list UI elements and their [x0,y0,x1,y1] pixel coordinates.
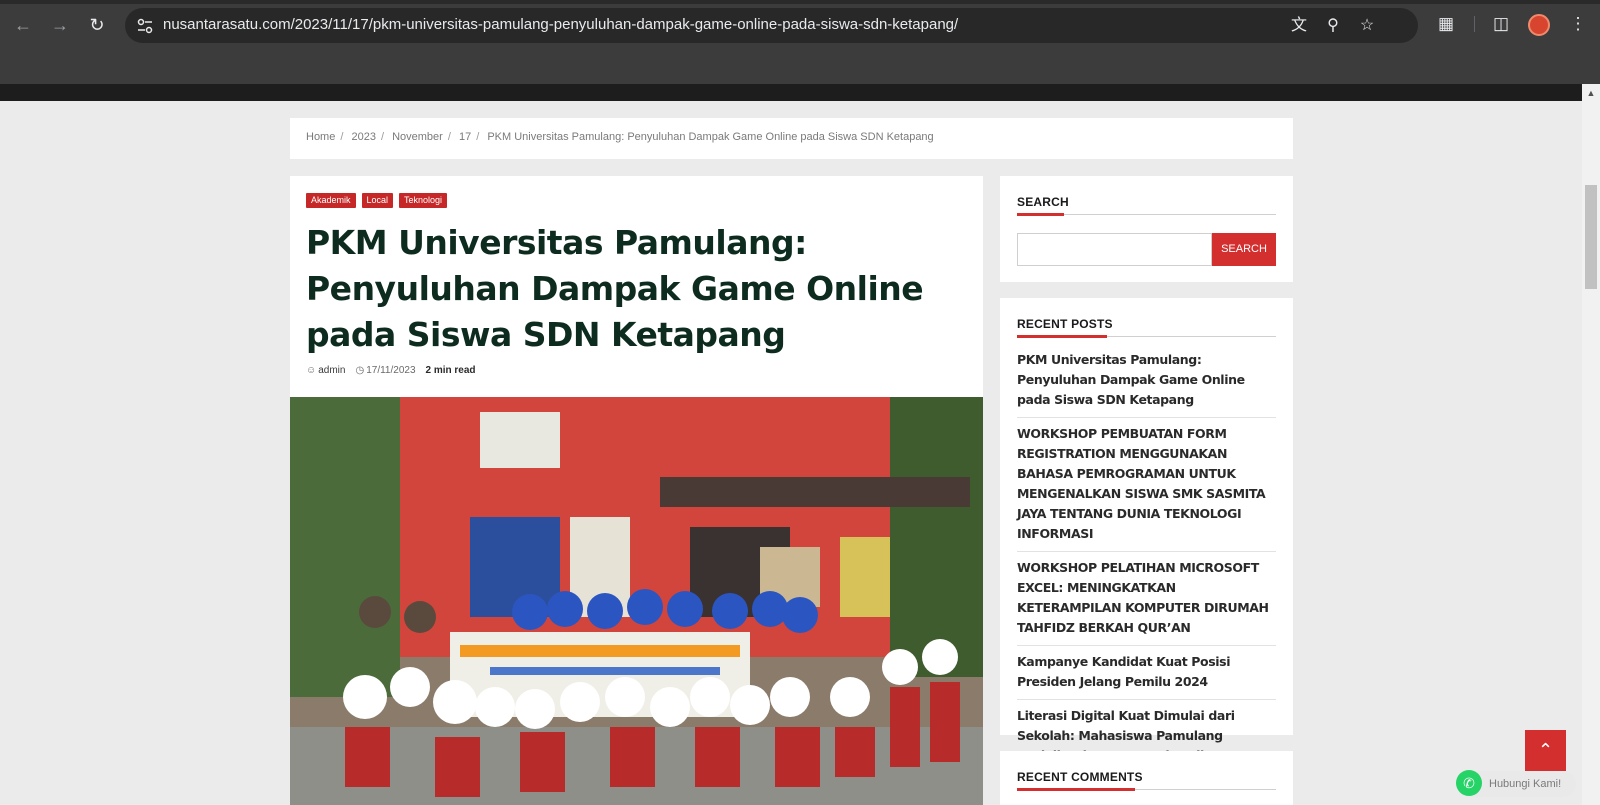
side-panel-icon[interactable]: ◫ [1489,12,1513,36]
site-settings-icon[interactable] [135,16,155,36]
breadcrumb-separator: / [476,131,480,143]
breadcrumb-current: PKM Universitas Pamulang: Penyuluhan Dam… [487,131,934,143]
article-meta: ☺ admin ◷ 17/11/2023 2 min read [306,365,476,376]
tab-strip-edge [0,0,1600,4]
address-bar[interactable]: nusantarasatu.com/2023/11/17/pkm-univers… [125,8,1418,43]
category-list: Akademik Local Teknologi [306,193,448,208]
clock-icon: ◷ [355,365,365,376]
recent-post-link[interactable]: WORKSHOP PEMBUATAN FORM REGISTRATION MEN… [1017,424,1276,552]
breadcrumb-separator: / [340,131,344,143]
breadcrumb-separator: / [447,131,451,143]
read-time: 2 min read [425,365,476,376]
extensions-icon[interactable]: ▦ [1434,12,1458,36]
forward-icon[interactable]: → [47,12,73,38]
profile-avatar[interactable] [1528,14,1550,36]
breadcrumb-month[interactable]: November [392,131,443,143]
breadcrumb-year[interactable]: 2023 [351,131,375,143]
author-link[interactable]: admin [318,365,345,376]
menu-icon[interactable]: ⋮ [1566,12,1590,36]
category-badge[interactable]: Local [361,193,394,208]
url-text[interactable]: nusantarasatu.com/2023/11/17/pkm-univers… [163,16,958,33]
category-badge[interactable]: Akademik [306,193,356,208]
recent-post-link[interactable]: Kampanye Kandidat Kuat Posisi Presiden J… [1017,652,1276,700]
widget-accent-line [1017,335,1107,338]
widget-accent-line [1017,213,1064,216]
user-icon: ☺ [306,365,317,376]
back-icon[interactable]: ← [10,12,36,38]
breadcrumb-home[interactable]: Home [306,131,335,143]
widget-title-recent-posts: RECENT POSTS [1017,317,1113,331]
widget-accent-line [1017,788,1135,791]
bookmark-star-icon[interactable]: ☆ [1357,16,1377,36]
site-navigation-bar [0,84,1582,101]
search-input[interactable] [1017,233,1212,266]
search-widget: SEARCH SEARCH [1000,176,1293,282]
recent-comments-widget: RECENT COMMENTS [1000,751,1293,805]
recent-post-link[interactable]: PKM Universitas Pamulang: Penyuluhan Dam… [1017,350,1276,418]
whatsapp-icon[interactable]: ✆ [1456,770,1482,796]
featured-photo-illustration [290,397,983,805]
category-badge[interactable]: Teknologi [399,193,448,208]
article-card: Akademik Local Teknologi PKM Universitas… [290,176,983,805]
page-scrollbar[interactable]: ▲ [1582,84,1600,805]
breadcrumb: Home / 2023 / November / 17 / PKM Universita… [290,118,1293,159]
browser-toolbar: ← → ↻ nusantarasatu.com/2023/11/17/pkm-u… [0,0,1600,84]
breadcrumb-separator: / [380,131,385,143]
article-title: PKM Universitas Pamulang: Penyuluhan Dam… [306,223,924,354]
scroll-thumb[interactable] [1585,185,1597,289]
widget-title-recent-comments: RECENT COMMENTS [1017,770,1143,784]
widget-title-search: SEARCH [1017,195,1069,209]
recent-post-link[interactable]: WORKSHOP PELATIHAN MICROSOFT EXCEL: MENI… [1017,558,1276,646]
toolbar-divider [1474,16,1475,32]
zoom-icon[interactable]: ⚲ [1323,16,1343,36]
recent-posts-widget: RECENT POSTS PKM Universitas Pamulang: P… [1000,298,1293,783]
reload-icon[interactable]: ↻ [84,12,110,38]
scroll-up-arrow-icon[interactable]: ▲ [1582,88,1600,98]
translate-icon[interactable]: 文 [1289,16,1309,36]
post-date[interactable]: 17/11/2023 [366,365,415,376]
back-to-top-button[interactable]: ⌃ [1525,730,1566,771]
featured-image [290,397,983,805]
breadcrumb-day[interactable]: 17 [459,131,471,143]
recent-posts-list: PKM Universitas Pamulang: Penyuluhan Dam… [1017,350,1276,799]
search-button[interactable]: SEARCH [1212,233,1276,266]
